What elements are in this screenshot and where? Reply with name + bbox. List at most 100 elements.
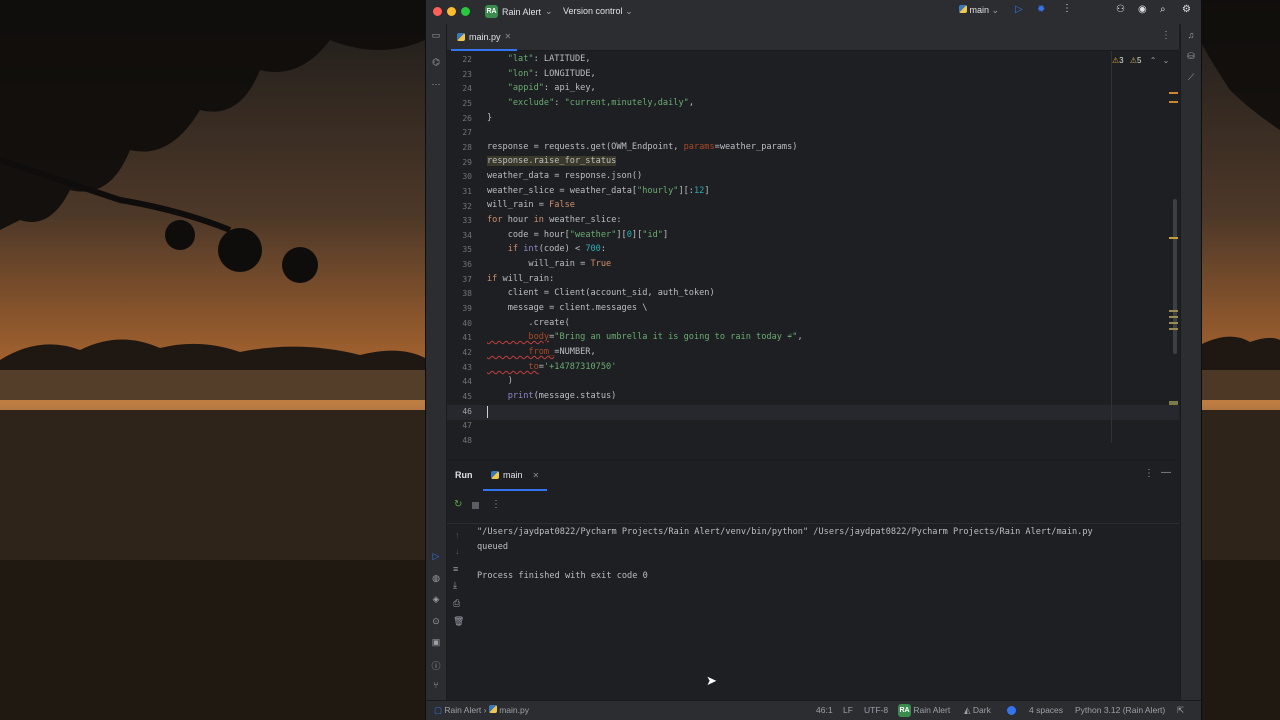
zoom-window-button[interactable] <box>461 7 470 16</box>
debug-icon[interactable]: ✹ <box>1037 4 1045 15</box>
lock-icon[interactable]: ⇱ <box>1177 705 1184 716</box>
editor-tab-main-py[interactable]: main.py ✕ <box>451 24 518 51</box>
theme-switcher[interactable]: ◭ Dark <box>964 705 991 716</box>
ide-window: RA Rain Alert ⌄ Version control ⌄ main ⌄… <box>425 0 1202 720</box>
warning-marker[interactable] <box>1169 316 1178 318</box>
project-folder-icon[interactable]: ▭ <box>426 30 446 41</box>
project-status[interactable]: RA Rain Alert <box>898 704 950 717</box>
close-tab-icon[interactable]: ✕ <box>505 32 512 41</box>
more-actions-icon[interactable]: ⋮ <box>1062 3 1072 14</box>
code-line: "lon": LONGITUDE, <box>487 69 596 79</box>
arrow-down-icon[interactable]: ↓ <box>455 546 460 556</box>
rerun-icon[interactable]: ↻ <box>454 499 462 510</box>
close-tab-icon[interactable]: ✕ <box>533 471 540 480</box>
editor-scrollbar[interactable] <box>1173 199 1177 354</box>
run-config-selector[interactable]: main ⌄ <box>959 5 999 16</box>
chevron-up-icon[interactable]: ⌃ <box>1150 56 1157 65</box>
minimize-window-button[interactable] <box>447 7 456 16</box>
line-number: 25 <box>462 98 472 108</box>
run-icon[interactable]: ▷ <box>1015 4 1023 15</box>
close-window-button[interactable] <box>433 7 442 16</box>
code-line: "exclude": "current,minutely,daily", <box>487 98 694 108</box>
code-line: weather_data = response.json() <box>487 171 643 181</box>
code-editor[interactable]: 22 23 24 25 26 27 28 29 30 31 32 33 34 35 36 37 38 39 40 41… <box>447 51 1179 443</box>
run-tab-main[interactable]: main ✕ <box>483 461 548 491</box>
warning-marker[interactable] <box>1169 322 1178 324</box>
run-tool-icon[interactable]: ▷ <box>426 551 446 562</box>
line-number: 31 <box>462 186 472 196</box>
structure-icon[interactable]: ⌬ <box>426 57 446 68</box>
line-number: 22 <box>462 55 472 64</box>
line-number: 39 <box>462 304 472 314</box>
text-caret <box>487 406 488 418</box>
caret-position[interactable]: 46:1 <box>816 705 833 715</box>
project-selector[interactable]: RA Rain Alert ⌄ <box>485 5 553 18</box>
console-output[interactable]: ↑ ↓ ≡ ⤓ ⎙ 🗑 "/Users/jaydpat0822/Pycharm … <box>447 523 1179 702</box>
file-encoding[interactable]: UTF-8 <box>864 705 888 715</box>
arrow-up-icon[interactable]: ↑ <box>455 530 460 540</box>
hide-panel-icon[interactable]: — <box>1161 467 1171 478</box>
warning-marker[interactable] <box>1169 237 1178 239</box>
account-icon[interactable]: ⚇ <box>1116 4 1125 15</box>
problems-icon[interactable]: ⓘ <box>426 659 446 672</box>
python-interpreter[interactable]: Python 3.12 (Rain Alert) <box>1075 705 1165 715</box>
code-line: code = hour["weather"][0]["id"] <box>487 230 669 240</box>
more-options-icon[interactable]: ⋮ <box>491 499 501 510</box>
soft-wrap-icon[interactable]: ≡ <box>453 564 458 574</box>
ai-assistant-icon[interactable] <box>1007 706 1016 715</box>
console-line: queued <box>477 542 509 552</box>
line-number: 29 <box>462 157 472 167</box>
line-number: 32 <box>462 201 472 211</box>
more-tools-icon[interactable]: ⋯ <box>426 79 446 90</box>
code-line: body="Bring an umbrella it is going to r… <box>487 332 803 342</box>
code-line: "lat": LATITUDE, <box>487 54 591 64</box>
warning-marker[interactable] <box>1169 92 1178 94</box>
code-line: ) <box>487 376 513 386</box>
settings-gear-icon[interactable]: ⚙ <box>1182 4 1191 15</box>
line-number: 23 <box>462 69 472 79</box>
indentation[interactable]: 4 spaces <box>1029 705 1063 715</box>
database-icon[interactable]: ⛁ <box>1181 51 1201 62</box>
line-number: 45 <box>462 391 472 401</box>
inspection-widget[interactable]: ⚠3 ⚠5 ⌃ ⌄ <box>1112 56 1169 65</box>
terminal-icon[interactable]: ▣ <box>426 637 446 648</box>
warning-count: 3 <box>1119 56 1124 65</box>
line-number: 40 <box>462 318 472 328</box>
code-line: to='+14787310750' <box>487 362 617 372</box>
project-badge: RA <box>485 5 498 18</box>
warning-marker[interactable] <box>1169 328 1178 330</box>
right-margin-guide <box>1111 51 1112 443</box>
chevron-down-icon[interactable]: ⌄ <box>1163 56 1170 65</box>
editor-tab-label: main.py <box>469 31 501 42</box>
theme-icon: ◭ <box>964 705 971 715</box>
python-packages-icon[interactable]: ◍ <box>426 573 446 584</box>
current-line-marker <box>1169 401 1178 405</box>
code-line: will_rain = True <box>487 259 612 269</box>
trash-icon[interactable]: 🗑 <box>453 616 464 627</box>
services-icon[interactable]: ⊙ <box>426 616 446 627</box>
scroll-to-end-icon[interactable]: ⤓ <box>453 580 457 591</box>
breadcrumb-project: Rain Alert <box>444 705 482 715</box>
run-toolbar: ↻ ⋮ <box>447 499 1179 515</box>
tab-options-icon[interactable]: ⋮ <box>1161 30 1171 41</box>
chevron-down-icon: ⌄ <box>991 5 1000 15</box>
theme-label: Dark <box>972 705 991 715</box>
run-panel-title: Run <box>455 470 473 480</box>
search-icon[interactable]: ⌕ <box>1160 4 1166 15</box>
stop-icon[interactable] <box>472 502 479 509</box>
notifications-bell-icon[interactable]: ♫ <box>1181 30 1201 40</box>
options-icon[interactable]: ⋮ <box>1144 468 1154 479</box>
mouse-pointer-icon: ➤ <box>706 673 717 688</box>
version-control-menu[interactable]: Version control ⌄ <box>563 6 633 17</box>
git-branch-icon[interactable]: ⑂ <box>426 680 446 690</box>
line-number: 44 <box>462 377 472 387</box>
code-with-me-icon[interactable]: ◉ <box>1138 4 1147 15</box>
line-separator[interactable]: LF <box>843 705 853 715</box>
sciview-icon[interactable]: ⟋ <box>1181 72 1201 83</box>
warning-marker[interactable] <box>1169 310 1178 312</box>
breadcrumb[interactable]: ▢ Rain Alert › main.py <box>434 705 529 716</box>
layers-icon[interactable]: ◈ <box>426 594 446 605</box>
project-status-label: Rain Alert <box>913 704 951 715</box>
warning-marker[interactable] <box>1169 101 1178 103</box>
print-icon[interactable]: ⎙ <box>453 598 460 609</box>
